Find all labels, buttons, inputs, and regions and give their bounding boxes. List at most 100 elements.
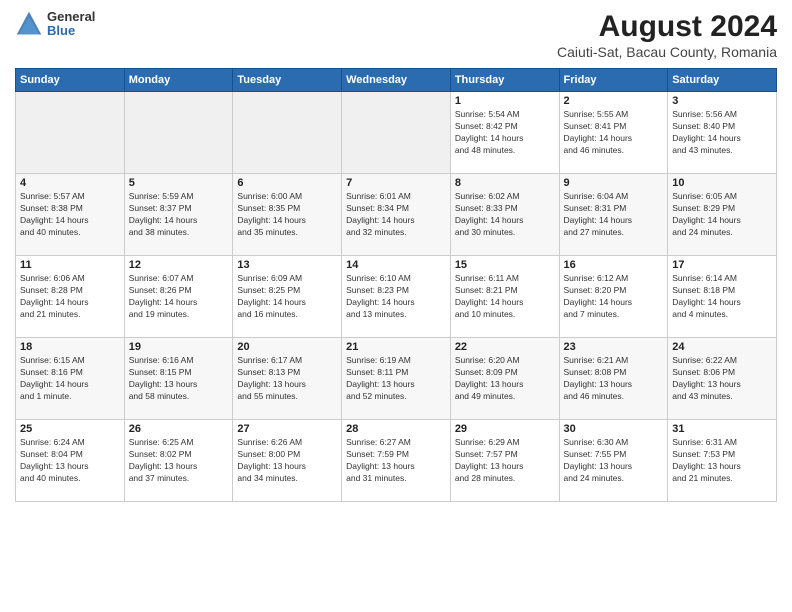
day-number: 5 bbox=[129, 177, 229, 189]
day-info: Sunrise: 6:06 AM Sunset: 8:28 PM Dayligh… bbox=[20, 273, 120, 321]
calendar-cell: 29 Sunrise: 6:29 AM Sunset: 7:57 PM Dayli… bbox=[450, 420, 559, 502]
day-number: 24 bbox=[672, 341, 772, 353]
calendar-cell: 4 Sunrise: 5:57 AM Sunset: 8:38 PM Daylig… bbox=[16, 174, 125, 256]
day-number: 6 bbox=[237, 177, 337, 189]
day-number: 4 bbox=[20, 177, 120, 189]
day-number: 8 bbox=[455, 177, 555, 189]
day-number: 11 bbox=[20, 259, 120, 271]
day-info: Sunrise: 6:19 AM Sunset: 8:11 PM Dayligh… bbox=[346, 355, 446, 403]
calendar-cell bbox=[233, 92, 342, 174]
day-number: 3 bbox=[672, 95, 772, 107]
day-info: Sunrise: 6:21 AM Sunset: 8:08 PM Dayligh… bbox=[564, 355, 664, 403]
calendar-cell: 3 Sunrise: 5:56 AM Sunset: 8:40 PM Daylig… bbox=[668, 92, 777, 174]
day-info: Sunrise: 6:16 AM Sunset: 8:15 PM Dayligh… bbox=[129, 355, 229, 403]
day-info: Sunrise: 6:26 AM Sunset: 8:00 PM Dayligh… bbox=[237, 437, 337, 485]
day-info: Sunrise: 6:04 AM Sunset: 8:31 PM Dayligh… bbox=[564, 191, 664, 239]
logo: General Blue bbox=[15, 10, 95, 39]
calendar-title: August 2024 bbox=[557, 10, 777, 44]
calendar-cell bbox=[124, 92, 233, 174]
header-thursday: Thursday bbox=[450, 69, 559, 92]
day-number: 12 bbox=[129, 259, 229, 271]
week-row-3: 18 Sunrise: 6:15 AM Sunset: 8:16 PM Dayli… bbox=[16, 338, 777, 420]
calendar-cell: 6Sunrise: 6:00 AM Sunset: 8:35 PM Daylig… bbox=[233, 174, 342, 256]
calendar-cell: 25 Sunrise: 6:24 AM Sunset: 8:04 PM Dayli… bbox=[16, 420, 125, 502]
logo-general-label: General bbox=[47, 10, 95, 24]
header: General Blue August 2024 Caiuti-Sat, Bac… bbox=[15, 10, 777, 60]
day-info: Sunrise: 6:20 AM Sunset: 8:09 PM Dayligh… bbox=[455, 355, 555, 403]
day-number: 21 bbox=[346, 341, 446, 353]
day-number: 28 bbox=[346, 423, 446, 435]
title-area: August 2024 Caiuti-Sat, Bacau County, Ro… bbox=[557, 10, 777, 60]
day-info: Sunrise: 6:05 AM Sunset: 8:29 PM Dayligh… bbox=[672, 191, 772, 239]
calendar-cell: 1 Sunrise: 5:54 AM Sunset: 8:42 PM Daylig… bbox=[450, 92, 559, 174]
day-number: 22 bbox=[455, 341, 555, 353]
day-info: Sunrise: 5:56 AM Sunset: 8:40 PM Dayligh… bbox=[672, 109, 772, 157]
day-info: Sunrise: 6:25 AM Sunset: 8:02 PM Dayligh… bbox=[129, 437, 229, 485]
calendar-cell: 9 Sunrise: 6:04 AM Sunset: 8:31 PM Daylig… bbox=[559, 174, 668, 256]
calendar-table: Sunday Monday Tuesday Wednesday Thursday… bbox=[15, 68, 777, 502]
calendar-cell bbox=[342, 92, 451, 174]
header-sunday: Sunday bbox=[16, 69, 125, 92]
day-number: 14 bbox=[346, 259, 446, 271]
day-info: Sunrise: 6:29 AM Sunset: 7:57 PM Dayligh… bbox=[455, 437, 555, 485]
day-info: Sunrise: 6:31 AM Sunset: 7:53 PM Dayligh… bbox=[672, 437, 772, 485]
calendar-cell: 27 Sunrise: 6:26 AM Sunset: 8:00 PM Dayli… bbox=[233, 420, 342, 502]
header-tuesday: Tuesday bbox=[233, 69, 342, 92]
day-number: 1 bbox=[455, 95, 555, 107]
day-info: Sunrise: 6:15 AM Sunset: 8:16 PM Dayligh… bbox=[20, 355, 120, 403]
header-wednesday: Wednesday bbox=[342, 69, 451, 92]
calendar-cell: 24Sunrise: 6:22 AM Sunset: 8:06 PM Dayli… bbox=[668, 338, 777, 420]
day-info: Sunrise: 5:55 AM Sunset: 8:41 PM Dayligh… bbox=[564, 109, 664, 157]
header-monday: Monday bbox=[124, 69, 233, 92]
day-number: 18 bbox=[20, 341, 120, 353]
day-info: Sunrise: 5:59 AM Sunset: 8:37 PM Dayligh… bbox=[129, 191, 229, 239]
day-info: Sunrise: 6:17 AM Sunset: 8:13 PM Dayligh… bbox=[237, 355, 337, 403]
calendar-body: 1 Sunrise: 5:54 AM Sunset: 8:42 PM Daylig… bbox=[16, 92, 777, 502]
day-info: Sunrise: 5:54 AM Sunset: 8:42 PM Dayligh… bbox=[455, 109, 555, 157]
calendar-cell: 18 Sunrise: 6:15 AM Sunset: 8:16 PM Dayli… bbox=[16, 338, 125, 420]
day-number: 31 bbox=[672, 423, 772, 435]
header-friday: Friday bbox=[559, 69, 668, 92]
week-row-1: 4 Sunrise: 5:57 AM Sunset: 8:38 PM Daylig… bbox=[16, 174, 777, 256]
calendar-cell: 8 Sunrise: 6:02 AM Sunset: 8:33 PM Daylig… bbox=[450, 174, 559, 256]
day-info: Sunrise: 6:27 AM Sunset: 7:59 PM Dayligh… bbox=[346, 437, 446, 485]
week-row-2: 11 Sunrise: 6:06 AM Sunset: 8:28 PM Dayli… bbox=[16, 256, 777, 338]
day-info: Sunrise: 6:30 AM Sunset: 7:55 PM Dayligh… bbox=[564, 437, 664, 485]
day-number: 2 bbox=[564, 95, 664, 107]
day-info: Sunrise: 6:02 AM Sunset: 8:33 PM Dayligh… bbox=[455, 191, 555, 239]
calendar-cell: 21 Sunrise: 6:19 AM Sunset: 8:11 PM Dayli… bbox=[342, 338, 451, 420]
day-number: 7 bbox=[346, 177, 446, 189]
day-info: Sunrise: 6:24 AM Sunset: 8:04 PM Dayligh… bbox=[20, 437, 120, 485]
day-number: 30 bbox=[564, 423, 664, 435]
calendar-cell: 22 Sunrise: 6:20 AM Sunset: 8:09 PM Dayli… bbox=[450, 338, 559, 420]
logo-text: General Blue bbox=[47, 10, 95, 39]
logo-blue-label: Blue bbox=[47, 24, 95, 38]
day-info: Sunrise: 6:01 AM Sunset: 8:34 PM Dayligh… bbox=[346, 191, 446, 239]
day-number: 10 bbox=[672, 177, 772, 189]
day-number: 27 bbox=[237, 423, 337, 435]
day-number: 15 bbox=[455, 259, 555, 271]
calendar-cell: 5 Sunrise: 5:59 AM Sunset: 8:37 PM Daylig… bbox=[124, 174, 233, 256]
header-row: Sunday Monday Tuesday Wednesday Thursday… bbox=[16, 69, 777, 92]
day-info: Sunrise: 6:12 AM Sunset: 8:20 PM Dayligh… bbox=[564, 273, 664, 321]
calendar-cell: 14 Sunrise: 6:10 AM Sunset: 8:23 PM Dayli… bbox=[342, 256, 451, 338]
day-number: 9 bbox=[564, 177, 664, 189]
header-saturday: Saturday bbox=[668, 69, 777, 92]
logo-icon bbox=[15, 10, 43, 38]
day-info: Sunrise: 6:07 AM Sunset: 8:26 PM Dayligh… bbox=[129, 273, 229, 321]
calendar-cell: 10 Sunrise: 6:05 AM Sunset: 8:29 PM Dayli… bbox=[668, 174, 777, 256]
calendar-cell: 23Sunrise: 6:21 AM Sunset: 8:08 PM Dayli… bbox=[559, 338, 668, 420]
calendar-cell: 2 Sunrise: 5:55 AM Sunset: 8:41 PM Daylig… bbox=[559, 92, 668, 174]
day-info: Sunrise: 6:11 AM Sunset: 8:21 PM Dayligh… bbox=[455, 273, 555, 321]
day-info: Sunrise: 6:09 AM Sunset: 8:25 PM Dayligh… bbox=[237, 273, 337, 321]
day-number: 25 bbox=[20, 423, 120, 435]
page: General Blue August 2024 Caiuti-Sat, Bac… bbox=[0, 0, 792, 612]
calendar-cell: 7 Sunrise: 6:01 AM Sunset: 8:34 PM Daylig… bbox=[342, 174, 451, 256]
calendar-cell: 28 Sunrise: 6:27 AM Sunset: 7:59 PM Dayli… bbox=[342, 420, 451, 502]
day-info: Sunrise: 5:57 AM Sunset: 8:38 PM Dayligh… bbox=[20, 191, 120, 239]
calendar-cell: 15 Sunrise: 6:11 AM Sunset: 8:21 PM Dayli… bbox=[450, 256, 559, 338]
calendar-cell: 16Sunrise: 6:12 AM Sunset: 8:20 PM Dayli… bbox=[559, 256, 668, 338]
day-number: 29 bbox=[455, 423, 555, 435]
calendar-cell: 19Sunrise: 6:16 AM Sunset: 8:15 PM Dayli… bbox=[124, 338, 233, 420]
day-info: Sunrise: 6:10 AM Sunset: 8:23 PM Dayligh… bbox=[346, 273, 446, 321]
